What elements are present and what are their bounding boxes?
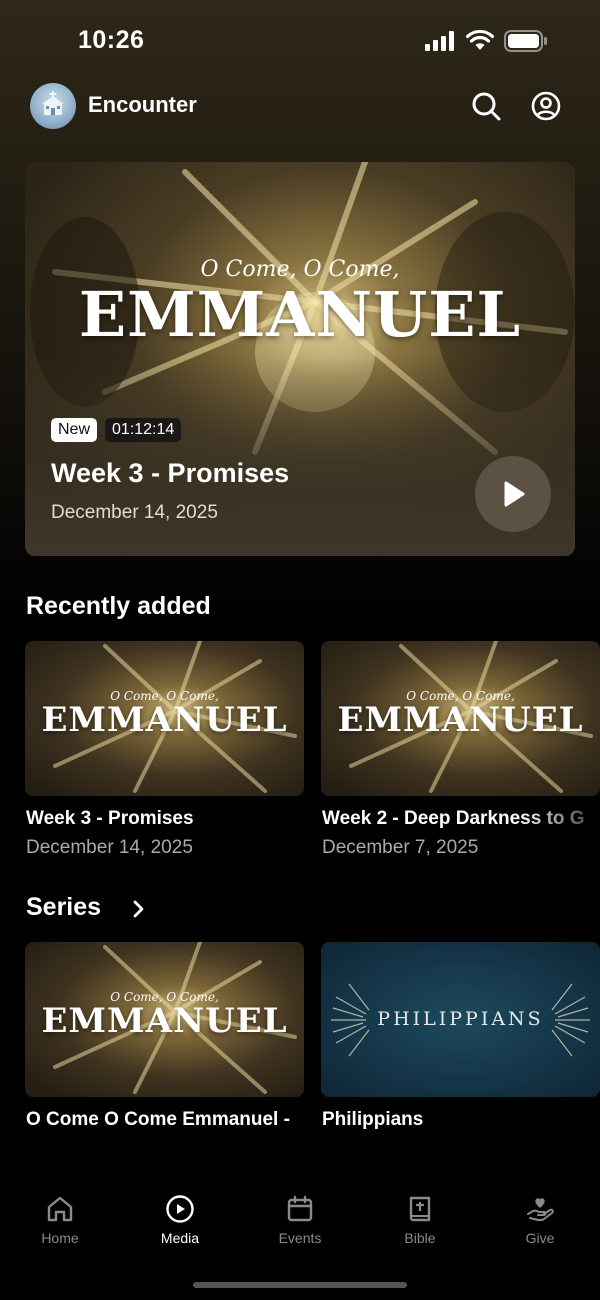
chevron-right-icon[interactable]: [130, 898, 148, 920]
art-title: EMMANUEL: [78, 278, 522, 351]
search-icon[interactable]: [468, 88, 504, 124]
art-title: EMMANUEL: [337, 700, 584, 740]
featured-date: December 14, 2025: [51, 502, 218, 523]
recent-card-1-thumbnail[interactable]: O Come, O Come, EMMANUEL: [25, 641, 304, 796]
tab-home[interactable]: Home: [10, 1194, 110, 1246]
recent-card-1-date: December 14, 2025: [26, 837, 193, 858]
series-card-1-thumbnail[interactable]: O Come, O Come, EMMANUEL: [25, 942, 304, 1097]
tab-label: Home: [41, 1230, 79, 1246]
tab-media[interactable]: Media: [130, 1194, 230, 1246]
recent-card-1-title[interactable]: Week 3 - Promises: [26, 808, 305, 830]
status-bar: 10:26: [0, 0, 600, 80]
duration-badge: 01:12:14: [105, 418, 182, 442]
cellular-signal-icon: [425, 31, 454, 51]
play-button[interactable]: [475, 456, 551, 532]
home-indicator: [193, 1282, 407, 1288]
recently-added-heading: Recently added: [26, 592, 211, 620]
church-logo[interactable]: [30, 83, 76, 129]
series-card-1-title[interactable]: O Come O Come Emmanuel -: [26, 1109, 305, 1131]
tab-label: Give: [525, 1230, 555, 1246]
church-icon: [42, 91, 64, 115]
series-card-2-thumbnail[interactable]: PHILIPPIANS: [321, 942, 600, 1097]
tab-label: Media: [160, 1230, 200, 1246]
hero-badges: New 01:12:14: [51, 418, 182, 442]
play-circle-icon: [166, 1195, 194, 1223]
tab-label: Bible: [404, 1230, 436, 1246]
profile-icon[interactable]: [528, 88, 564, 124]
recent-card-2-thumbnail[interactable]: O Come, O Come, EMMANUEL: [321, 641, 600, 796]
wifi-icon: [466, 29, 494, 50]
art-title: EMMANUEL: [41, 1001, 288, 1041]
series-card-2-title[interactable]: Philippians: [322, 1109, 600, 1131]
app-name: Encounter: [88, 92, 197, 117]
thumbnail-art-title: O Come, O Come, EMMANUEL: [25, 689, 304, 737]
give-heart-hand-icon: [527, 1198, 554, 1222]
app-header: Encounter: [0, 80, 600, 140]
featured-media-card[interactable]: O Come, O Come, EMMANUEL New 01:12:14 We…: [25, 162, 575, 556]
home-icon: [47, 1196, 73, 1222]
tab-events[interactable]: Events: [250, 1194, 350, 1246]
thumbnail-art-title: O Come, O Come, EMMANUEL: [321, 689, 600, 737]
status-time: 10:26: [78, 26, 145, 54]
featured-art-title: O Come, O Come, EMMANUEL: [25, 257, 575, 346]
tab-bible[interactable]: Bible: [370, 1194, 470, 1246]
featured-title: Week 3 - Promises: [51, 458, 290, 488]
thumbnail-art-title: O Come, O Come, EMMANUEL: [25, 990, 304, 1038]
bible-icon: [409, 1196, 431, 1222]
series-art-word: PHILIPPIANS: [377, 1008, 544, 1030]
new-badge: New: [51, 418, 98, 442]
calendar-icon: [287, 1195, 313, 1222]
tab-label: Events: [278, 1230, 322, 1246]
scroll-fade: [520, 805, 600, 835]
recent-card-2-date: December 7, 2025: [322, 837, 479, 858]
play-icon: [504, 481, 525, 507]
art-title: EMMANUEL: [41, 700, 288, 740]
battery-icon: [504, 30, 547, 52]
series-heading[interactable]: Series: [26, 893, 101, 922]
tab-give[interactable]: Give: [490, 1194, 590, 1246]
